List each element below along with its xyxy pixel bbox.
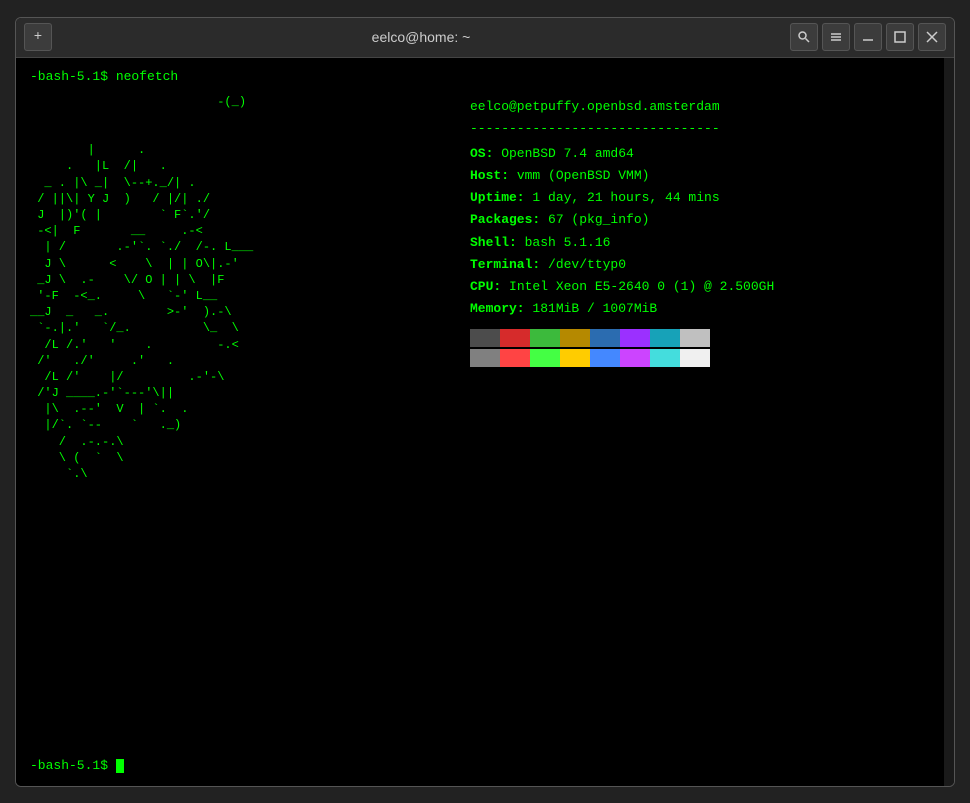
color-palette xyxy=(470,329,774,367)
window-title: eelco@home: ~ xyxy=(372,29,471,45)
palette-row-2 xyxy=(470,349,774,367)
ascii-art: -(_) | . . |L /| . _ . |\ _| \--+._/| . … xyxy=(30,94,450,748)
uptime-row: Uptime: 1 day, 21 hours, 44 mins xyxy=(470,188,774,208)
titlebar-left: + xyxy=(24,23,52,51)
packages-value: 67 (pkg_info) xyxy=(540,212,649,227)
uptime-key: Uptime: xyxy=(470,190,525,205)
color-swatch xyxy=(500,329,530,347)
close-button[interactable] xyxy=(918,23,946,51)
color-swatch xyxy=(680,349,710,367)
terminal-body[interactable]: -bash-5.1$ neofetch -(_) | . . |L /| . _… xyxy=(16,58,944,786)
color-swatch xyxy=(530,329,560,347)
neofetch-area: -(_) | . . |L /| . _ . |\ _| \--+._/| . … xyxy=(30,94,930,748)
bottom-prompt-line: -bash-5.1$ xyxy=(30,757,930,775)
cpu-row: CPU: Intel Xeon E5-2640 0 (1) @ 2.500GH xyxy=(470,277,774,297)
memory-row: Memory: 181MiB / 1007MiB xyxy=(470,299,774,319)
memory-key: Memory: xyxy=(470,301,525,316)
color-swatch xyxy=(620,349,650,367)
minimize-button[interactable] xyxy=(854,23,882,51)
memory-value: 181MiB / 1007MiB xyxy=(525,301,658,316)
prompt: -bash-5.1$ xyxy=(30,69,108,84)
color-swatch xyxy=(590,329,620,347)
color-swatch xyxy=(500,349,530,367)
packages-key: Packages: xyxy=(470,212,540,227)
terminal-window: + eelco@home: ~ xyxy=(15,17,955,787)
search-icon xyxy=(797,30,811,44)
info-panel: eelco@petpuffy.openbsd.amsterdam -------… xyxy=(470,94,774,748)
cpu-key: CPU: xyxy=(470,279,501,294)
menu-button[interactable] xyxy=(822,23,850,51)
cursor xyxy=(116,759,124,773)
color-swatch xyxy=(530,349,560,367)
command-text: neofetch xyxy=(108,69,178,84)
color-swatch xyxy=(620,329,650,347)
color-swatch xyxy=(650,329,680,347)
color-swatch xyxy=(560,349,590,367)
titlebar-right xyxy=(790,23,946,51)
maximize-icon xyxy=(893,30,907,44)
color-swatch xyxy=(560,329,590,347)
color-swatch xyxy=(680,329,710,347)
cpu-value: Intel Xeon E5-2640 0 (1) @ 2.500GH xyxy=(501,279,774,294)
search-button[interactable] xyxy=(790,23,818,51)
packages-row: Packages: 67 (pkg_info) xyxy=(470,210,774,230)
terminal-value: /dev/ttyp0 xyxy=(540,257,626,272)
titlebar: + eelco@home: ~ xyxy=(16,18,954,58)
palette-row-1 xyxy=(470,329,774,347)
command-line: -bash-5.1$ neofetch xyxy=(30,68,930,86)
os-value: OpenBSD 7.4 amd64 xyxy=(493,146,633,161)
shell-key: Shell: xyxy=(470,235,517,250)
bottom-prompt: -bash-5.1$ xyxy=(30,758,116,773)
color-swatch xyxy=(470,329,500,347)
scrollbar[interactable] xyxy=(944,58,954,786)
shell-row: Shell: bash 5.1.16 xyxy=(470,233,774,253)
separator: -------------------------------- xyxy=(470,120,774,138)
maximize-button[interactable] xyxy=(886,23,914,51)
color-swatch xyxy=(650,349,680,367)
color-swatch xyxy=(590,349,620,367)
terminal-key: Terminal: xyxy=(470,257,540,272)
shell-value: bash 5.1.16 xyxy=(517,235,611,250)
username-host: eelco@petpuffy.openbsd.amsterdam xyxy=(470,98,774,116)
add-tab-button[interactable]: + xyxy=(24,23,52,51)
uptime-value: 1 day, 21 hours, 44 mins xyxy=(525,190,720,205)
host-value: vmm (OpenBSD VMM) xyxy=(509,168,649,183)
os-key: OS: xyxy=(470,146,493,161)
menu-icon xyxy=(829,30,843,44)
minimize-icon xyxy=(861,30,875,44)
terminal-row: Terminal: /dev/ttyp0 xyxy=(470,255,774,275)
host-row: Host: vmm (OpenBSD VMM) xyxy=(470,166,774,186)
host-key: Host: xyxy=(470,168,509,183)
close-icon xyxy=(925,30,939,44)
os-row: OS: OpenBSD 7.4 amd64 xyxy=(470,144,774,164)
color-swatch xyxy=(470,349,500,367)
